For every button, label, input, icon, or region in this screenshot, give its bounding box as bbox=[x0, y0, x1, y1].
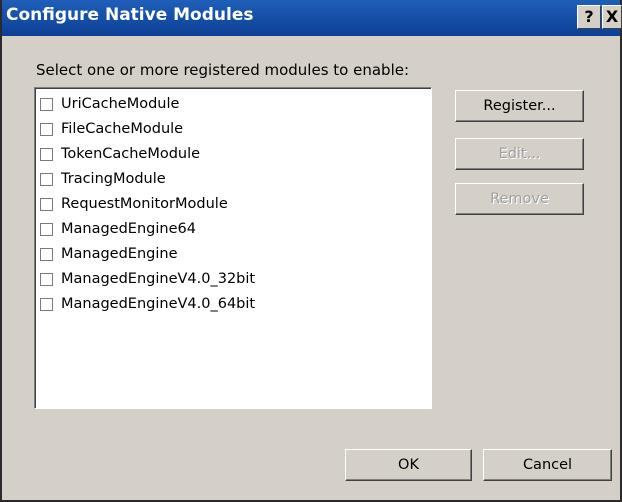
module-label: ManagedEngine bbox=[61, 246, 178, 262]
list-item[interactable]: TracingModule bbox=[40, 168, 166, 190]
module-checkbox[interactable] bbox=[40, 297, 53, 311]
list-item[interactable]: TokenCacheModule bbox=[40, 143, 200, 165]
edit-button[interactable]: Edit... bbox=[455, 138, 584, 170]
module-label: RequestMonitorModule bbox=[61, 196, 228, 212]
module-label: ManagedEngineV4.0_32bit bbox=[61, 271, 256, 287]
modules-listbox[interactable]: UriCacheModule FileCacheModule TokenCach… bbox=[34, 87, 432, 409]
list-item[interactable]: ManagedEngine64 bbox=[40, 218, 196, 240]
list-item[interactable]: FileCacheModule bbox=[40, 118, 183, 140]
module-checkbox[interactable] bbox=[40, 172, 53, 186]
module-label: ManagedEngineV4.0_64bit bbox=[61, 296, 256, 312]
module-label: UriCacheModule bbox=[61, 96, 180, 112]
register-button[interactable]: Register... bbox=[455, 90, 584, 122]
module-checkbox[interactable] bbox=[40, 122, 53, 136]
list-item[interactable]: UriCacheModule bbox=[40, 93, 179, 115]
module-checkbox[interactable] bbox=[40, 222, 53, 236]
module-checkbox[interactable] bbox=[40, 197, 53, 211]
module-label: ManagedEngine64 bbox=[61, 221, 196, 237]
help-button[interactable]: ? bbox=[577, 5, 601, 29]
list-item[interactable]: ManagedEngineV4.0_32bit bbox=[40, 268, 255, 290]
instruction-label: Select one or more registered modules to… bbox=[36, 61, 410, 79]
module-checkbox[interactable] bbox=[40, 147, 53, 161]
module-label: FileCacheModule bbox=[61, 121, 184, 137]
module-label: TracingModule bbox=[61, 171, 166, 187]
module-checkbox[interactable] bbox=[40, 247, 53, 261]
window-title: Configure Native Modules bbox=[6, 5, 254, 25]
remove-button[interactable]: Remove bbox=[455, 183, 584, 215]
close-button[interactable]: X bbox=[602, 5, 622, 29]
cancel-button[interactable]: Cancel bbox=[483, 449, 612, 481]
configure-native-modules-dialog: Configure Native Modules ? X Select one … bbox=[0, 0, 622, 502]
title-bar[interactable]: Configure Native Modules ? X bbox=[2, 0, 622, 36]
module-checkbox[interactable] bbox=[40, 272, 53, 286]
list-item[interactable]: RequestMonitorModule bbox=[40, 193, 228, 215]
ok-button[interactable]: OK bbox=[345, 449, 472, 481]
list-item[interactable]: ManagedEngine bbox=[40, 243, 178, 265]
module-label: TokenCacheModule bbox=[61, 146, 201, 162]
list-item[interactable]: ManagedEngineV4.0_64bit bbox=[40, 293, 255, 315]
module-checkbox[interactable] bbox=[40, 97, 53, 111]
